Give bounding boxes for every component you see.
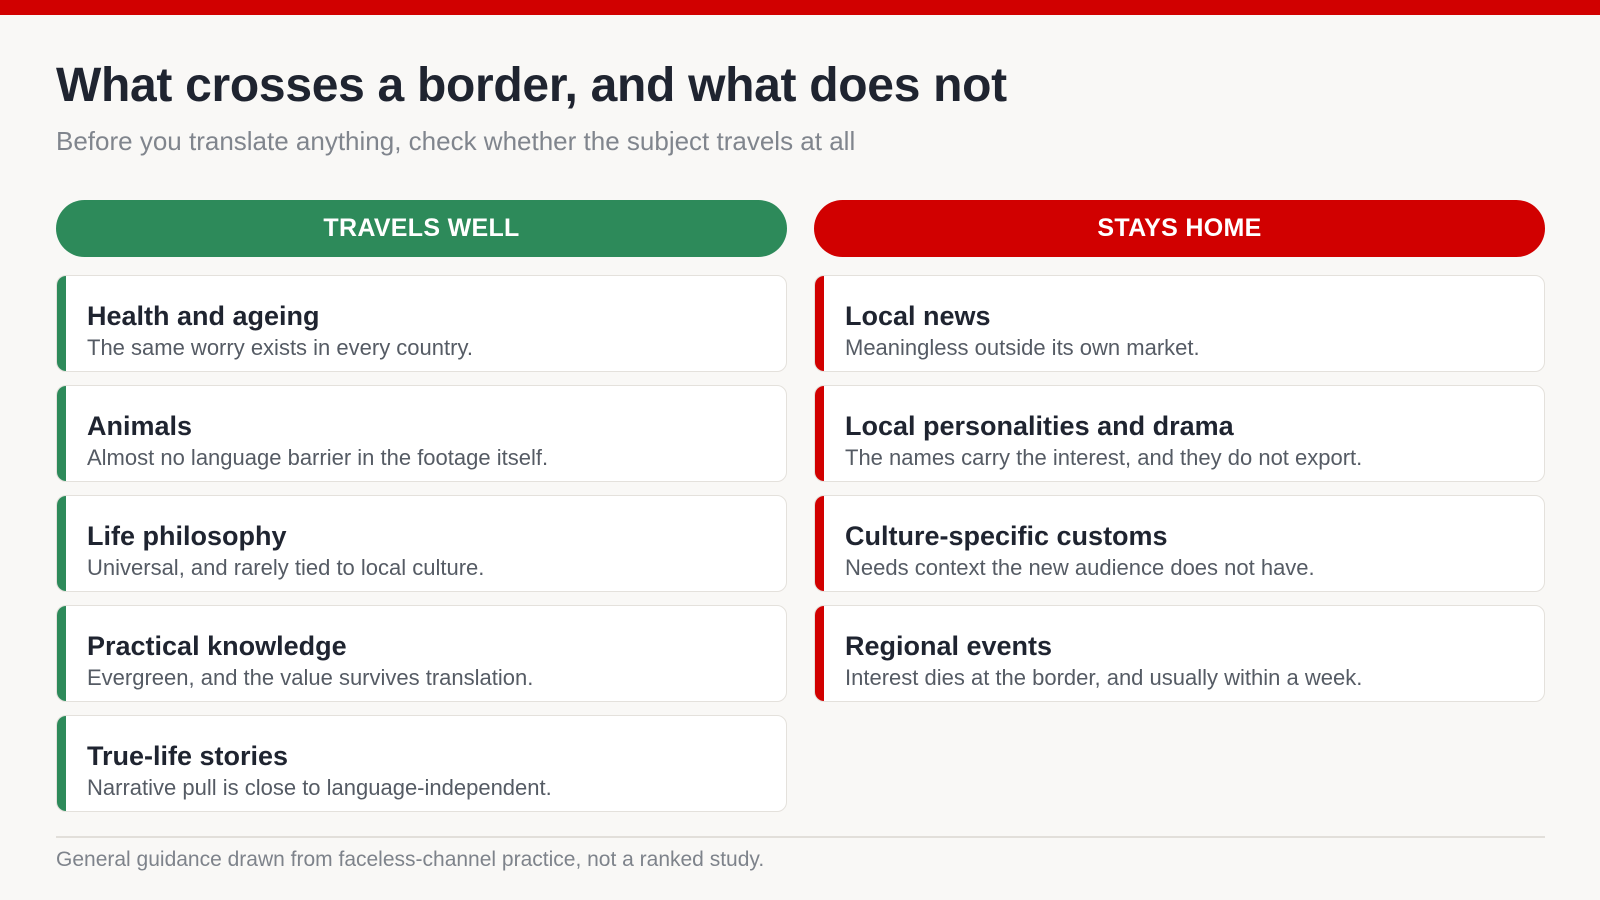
card-title: Local news (845, 301, 991, 331)
travels-well-column: TRAVELS WELL Health and ageing The same … (56, 200, 787, 825)
travels-well-card: Practical knowledge Evergreen, and the v… (56, 605, 787, 702)
travels-well-header: TRAVELS WELL (56, 200, 787, 257)
card-title: Health and ageing (87, 301, 320, 331)
card-title: Practical knowledge (87, 631, 347, 661)
card-accent-stripe (815, 386, 824, 481)
card-title: Animals (87, 411, 193, 441)
stays-home-header: STAYS HOME (814, 200, 1545, 257)
card-accent-stripe (57, 496, 66, 591)
travels-well-card: Health and ageing The same worry exists … (56, 275, 787, 372)
stays-home-card: Local personalities and drama The names … (814, 385, 1545, 482)
footnote: General guidance drawn from faceless-cha… (56, 848, 765, 871)
card-accent-stripe (57, 716, 66, 811)
card-accent-stripe (815, 496, 824, 591)
card-title: Local personalities and drama (845, 411, 1234, 441)
stays-home-card: Regional events Interest dies at the bor… (814, 605, 1545, 702)
card-accent-stripe (57, 606, 66, 701)
card-description: Needs context the new audience does not … (845, 555, 1315, 580)
card-description: The names carry the interest, and they d… (845, 445, 1363, 470)
card-description: Meaningless outside its own market. (845, 335, 1200, 360)
card-description: Universal, and rarely tied to local cult… (87, 555, 485, 580)
stays-home-card: Local news Meaningless outside its own m… (814, 275, 1545, 372)
stays-home-card: Culture-specific customs Needs context t… (814, 495, 1545, 592)
footer-divider (56, 836, 1545, 838)
page-subtitle: Before you translate anything, check whe… (56, 126, 856, 156)
travels-well-card: Animals Almost no language barrier in th… (56, 385, 787, 482)
page-title: What crosses a border, and what does not (56, 59, 1007, 112)
card-title: Life philosophy (87, 521, 287, 551)
card-description: Evergreen, and the value survives transl… (87, 665, 534, 690)
card-title: Regional events (845, 631, 1053, 661)
card-description: Narrative pull is close to language-inde… (87, 775, 552, 800)
card-accent-stripe (815, 276, 824, 371)
card-description: Almost no language barrier in the footag… (87, 445, 549, 470)
card-title: Culture-specific customs (845, 521, 1168, 551)
card-title: True-life stories (87, 741, 289, 771)
travels-well-card: True-life stories Narrative pull is clos… (56, 715, 787, 812)
travels-well-card: Life philosophy Universal, and rarely ti… (56, 495, 787, 592)
card-description: Interest dies at the border, and usually… (845, 665, 1363, 690)
card-accent-stripe (57, 276, 66, 371)
top-accent-bar (0, 0, 1600, 15)
stays-home-column: STAYS HOME Local news Meaningless outsid… (814, 200, 1545, 715)
card-accent-stripe (815, 606, 824, 701)
card-accent-stripe (57, 386, 66, 481)
card-description: The same worry exists in every country. (87, 335, 473, 360)
